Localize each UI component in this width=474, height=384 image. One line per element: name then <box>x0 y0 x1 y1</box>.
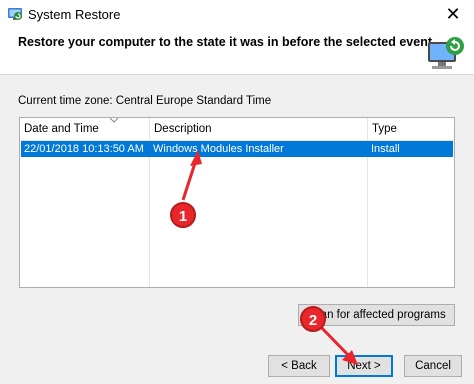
cell-date: 22/01/2018 10:13:50 AM <box>24 143 144 155</box>
column-header-type[interactable]: Type <box>368 118 454 140</box>
annotation-badge-1: 1 <box>170 202 196 228</box>
annotation-arrow-2 <box>316 322 352 359</box>
header-title: Restore your computer to the state it wa… <box>18 35 432 49</box>
table-row[interactable]: 22/01/2018 10:13:50 AM Windows Modules I… <box>21 141 453 157</box>
restore-points-list[interactable]: Date and Time Description Type 22/01/201… <box>19 117 455 288</box>
next-button[interactable]: Next > <box>335 355 393 377</box>
timezone-label: Current time zone: Central Europe Standa… <box>18 95 272 107</box>
annotation-badge-2: 2 <box>300 306 326 332</box>
column-header-date-and-time[interactable]: Date and Time <box>20 118 150 140</box>
window-title: System Restore <box>28 7 121 22</box>
dialog-header: Restore your computer to the state it wa… <box>0 30 474 74</box>
cell-description: Windows Modules Installer <box>153 143 284 155</box>
title-bar: System Restore ✕ <box>0 0 474 30</box>
close-button[interactable]: ✕ <box>440 2 466 26</box>
list-header: Date and Time Description Type <box>20 118 454 141</box>
restore-computer-icon <box>428 37 464 69</box>
system-restore-icon <box>8 8 22 20</box>
back-button[interactable]: < Back <box>268 355 330 377</box>
system-restore-window: System Restore ✕ Restore your computer t… <box>0 0 474 384</box>
cancel-button[interactable]: Cancel <box>404 355 462 377</box>
header-divider <box>0 74 474 75</box>
column-header-description[interactable]: Description <box>150 118 368 140</box>
cell-type: Install <box>371 143 400 155</box>
sort-chevron-icon <box>110 118 118 123</box>
